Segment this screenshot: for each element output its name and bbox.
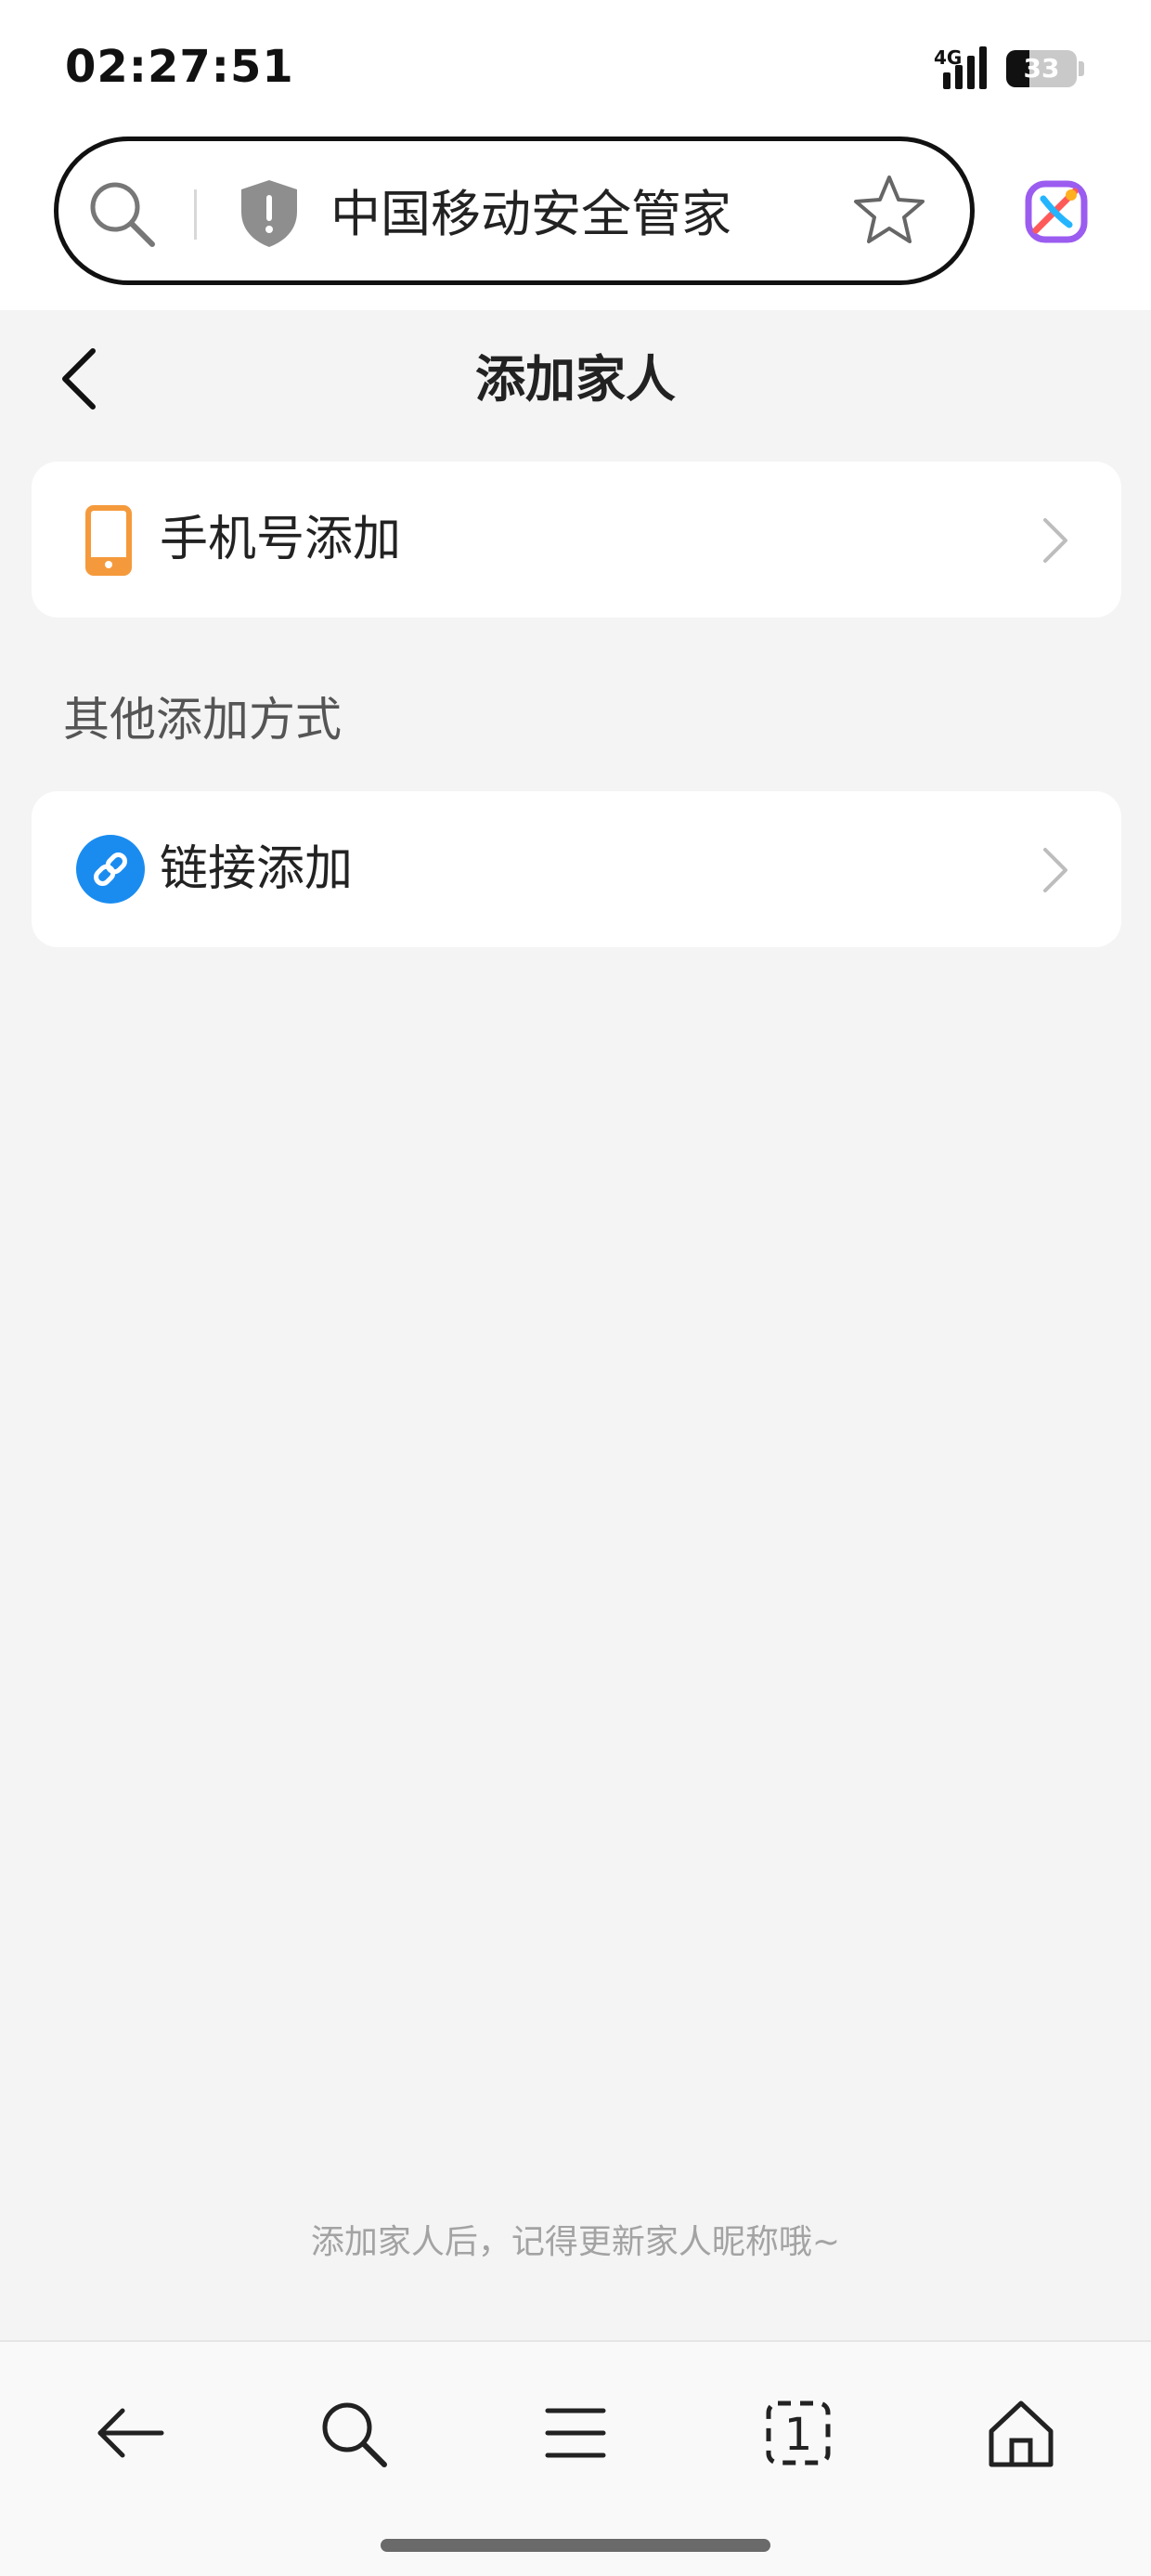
shield-icon[interactable]	[238, 178, 301, 249]
link-icon	[76, 835, 145, 904]
app-logo-icon[interactable]	[1023, 178, 1090, 245]
search-icon[interactable]	[87, 179, 158, 250]
chevron-right-icon	[1043, 848, 1067, 892]
status-time: 02:27:51	[65, 41, 294, 93]
battery-indicator: 33	[1006, 50, 1077, 87]
star-icon[interactable]	[852, 173, 926, 247]
phone-icon	[85, 505, 132, 576]
home-indicator[interactable]	[381, 2539, 770, 2552]
link-add-label: 链接添加	[160, 841, 354, 897]
phone-add-label: 手机号添加	[160, 512, 402, 567]
address-text[interactable]: 中国移动安全管家	[330, 182, 731, 247]
address-divider	[194, 189, 197, 240]
footer-hint: 添加家人后，记得更新家人昵称哦~	[310, 2223, 841, 2261]
section-title: 其他添加方式	[63, 693, 342, 747]
nav-search-icon[interactable]	[316, 2396, 390, 2470]
chevron-right-icon	[1043, 518, 1067, 563]
nav-home-icon[interactable]	[984, 2396, 1058, 2470]
nav-menu-icon[interactable]	[538, 2396, 613, 2470]
nav-back-icon[interactable]	[93, 2396, 167, 2470]
battery-percent: 33	[1023, 53, 1060, 84]
signal-icon	[943, 46, 987, 89]
page-title: 添加家人	[475, 350, 676, 409]
back-icon[interactable]	[56, 345, 102, 412]
tab-count[interactable]: 1	[761, 2398, 835, 2472]
battery-cap	[1079, 61, 1084, 76]
